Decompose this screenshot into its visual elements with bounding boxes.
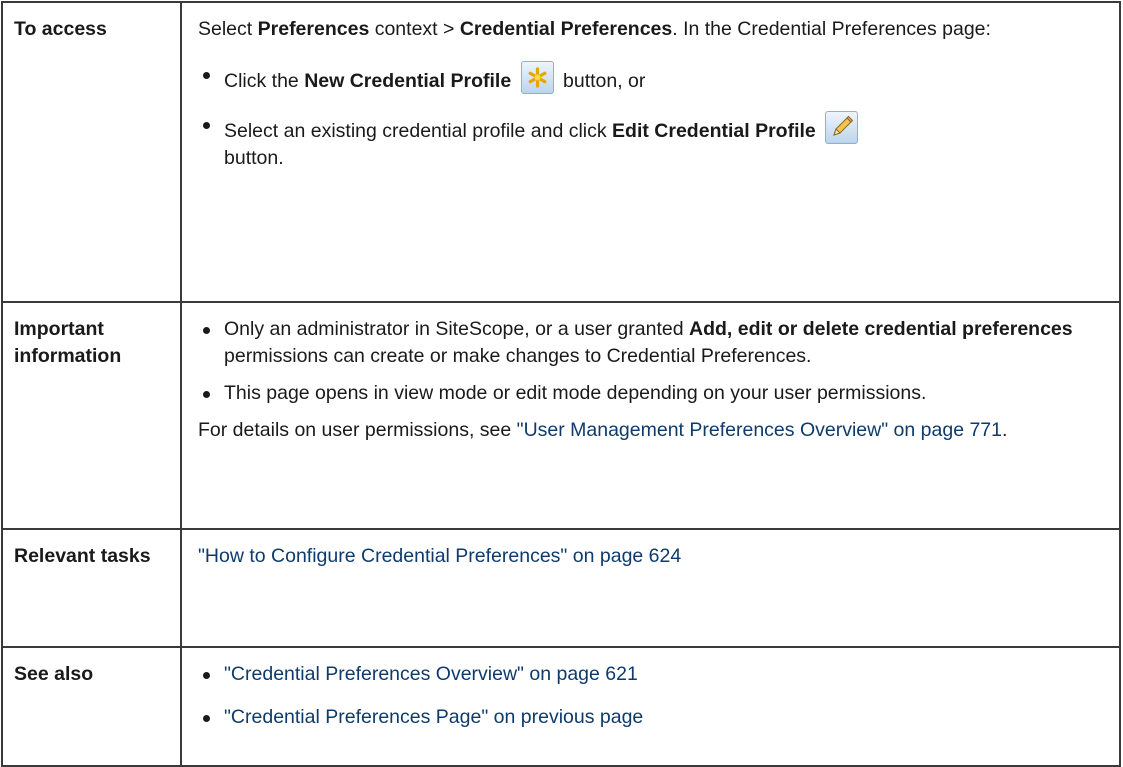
access-steps: Click the New Credential Profile button,… — [198, 61, 1101, 172]
list-item: Click the New Credential Profile button,… — [198, 61, 1101, 95]
table-row-important-information: Important information Only an administra… — [1, 301, 1121, 530]
previous-page-link[interactable]: "Credential Preferences Page" on previou… — [224, 706, 643, 728]
bold-term: Add, edit or delete credential preferenc… — [689, 318, 1073, 340]
list-item: "Credential Preferences Page" on previou… — [198, 704, 1101, 731]
row-content: "How to Configure Credential Preferences… — [180, 528, 1121, 648]
table-row-see-also: See also "Credential Preferences Overvie… — [1, 646, 1121, 767]
text: permissions can create or make changes t… — [224, 345, 812, 367]
row-label: Important information — [1, 301, 182, 530]
text: context > — [369, 18, 460, 40]
row-label: See also — [1, 646, 182, 767]
new-profile-icon — [520, 61, 554, 94]
text: button, or — [557, 70, 646, 92]
text: Only an administrator in SiteScope, or a… — [224, 318, 689, 340]
bold-term: Credential Preferences — [459, 18, 673, 40]
text: For details on user permissions, see — [198, 419, 517, 441]
list-item: "Credential Preferences Overview" on pag… — [198, 661, 1101, 688]
access-intro: Select Preferences context > Credential … — [198, 16, 1101, 43]
row-label: To access — [1, 1, 182, 303]
user-management-link[interactable]: "User Management Preferences Overview" o… — [517, 419, 1002, 441]
bold-term: Preferences — [257, 18, 370, 40]
row-content: Only an administrator in SiteScope, or a… — [180, 301, 1121, 530]
important-list: Only an administrator in SiteScope, or a… — [198, 316, 1101, 407]
permissions-note: For details on user permissions, see "Us… — [198, 417, 1101, 444]
row-label: Relevant tasks — [1, 528, 182, 648]
text: . In the Credential Preferences page: — [672, 18, 991, 40]
text: Select — [198, 18, 258, 40]
table-row-relevant-tasks: Relevant tasks "How to Configure Credent… — [1, 528, 1121, 648]
bold-term: Edit Credential Profile — [612, 120, 816, 142]
reference-table: To access Select Preferences context > C… — [1, 1, 1121, 767]
text: . — [1002, 419, 1008, 441]
row-content: "Credential Preferences Overview" on pag… — [180, 646, 1121, 767]
list-item: This page opens in view mode or edit mod… — [198, 380, 1101, 407]
see-also-list: "Credential Preferences Overview" on pag… — [198, 661, 1101, 731]
text: Click the — [224, 70, 305, 92]
text: This page opens in view mode or edit mod… — [224, 382, 927, 404]
text: button. — [224, 147, 284, 169]
row-content: Select Preferences context > Credential … — [180, 1, 1121, 303]
table-row-to-access: To access Select Preferences context > C… — [1, 1, 1121, 303]
list-item: Select an existing credential profile an… — [198, 111, 1101, 172]
list-item: Only an administrator in SiteScope, or a… — [198, 316, 1101, 370]
edit-pencil-icon — [825, 111, 859, 144]
bold-term: New Credential Profile — [304, 70, 512, 92]
text: Select an existing credential profile an… — [224, 120, 613, 142]
configure-credential-link[interactable]: "How to Configure Credential Preferences… — [198, 545, 681, 567]
overview-link[interactable]: "Credential Preferences Overview" on pag… — [224, 663, 638, 685]
